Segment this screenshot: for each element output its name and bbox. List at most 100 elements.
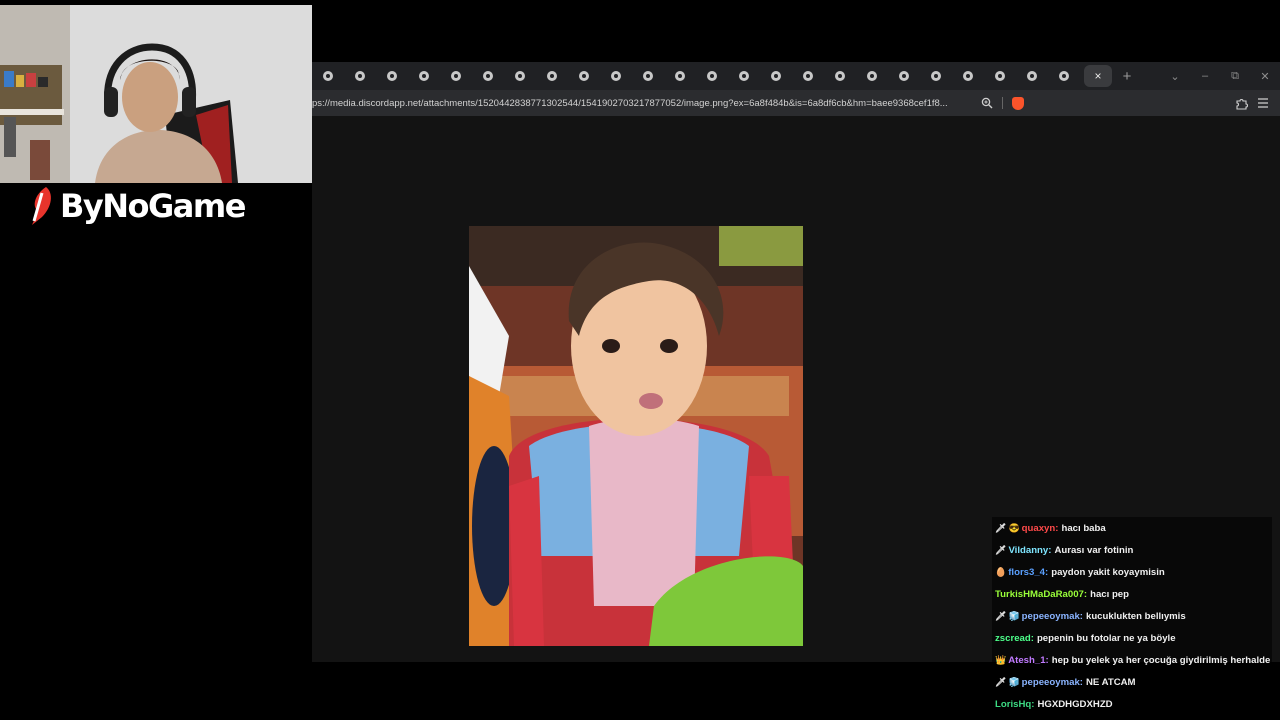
chat-username-separator: : <box>1079 610 1083 622</box>
chat-username[interactable]: quaxyn: <box>1022 523 1059 534</box>
chat-username-text: quaxyn <box>1021 522 1056 534</box>
displayed-image[interactable] <box>469 226 803 646</box>
chat-badge-icon: 🗡 <box>995 522 1007 533</box>
tab-strip: × + ⌄ – ⧉ ✕ <box>312 62 1280 90</box>
tab-favicon-icon <box>1059 71 1069 81</box>
chat-message-text: NE ATCAM <box>1085 676 1136 688</box>
chat-message: zscread: pepenin bu fotolar ne ya böyle <box>992 627 1272 649</box>
zoom-icon[interactable] <box>976 92 998 114</box>
tab-favicon-icon <box>675 71 685 81</box>
chat-username-separator: : <box>1031 698 1035 710</box>
browser-tab[interactable] <box>856 65 888 87</box>
chat-username[interactable]: pepeeoymak: <box>1022 677 1083 688</box>
chat-username-separator: : <box>1083 588 1088 600</box>
chat-username-separator: : <box>1079 676 1083 688</box>
new-tab-button[interactable]: + <box>1114 65 1140 87</box>
browser-tab[interactable] <box>728 65 760 87</box>
browser-tab[interactable] <box>952 65 984 87</box>
chat-message: 🗡 🧊 pepeeoymak: kucuklukten bellıymis <box>992 605 1272 627</box>
tab-favicon-icon <box>547 71 557 81</box>
browser-tab[interactable] <box>440 65 472 87</box>
tab-favicon-icon <box>867 71 877 81</box>
browser-toolbar: ps://media.discordapp.net/attachments/15… <box>312 90 1280 116</box>
chat-message: 🗡 😎 quaxyn: hacı baba <box>992 517 1272 539</box>
minimize-button[interactable]: – <box>1190 62 1220 90</box>
chat-message: 👑 Atesh_1: hep bu yelek ya her çocuğa giyd… <box>992 649 1272 671</box>
chat-message-text: Aurası var fotinin <box>1054 544 1134 556</box>
browser-tab[interactable] <box>888 65 920 87</box>
browser-tab[interactable] <box>1016 65 1048 87</box>
chat-username-text: pepeeoymak <box>1021 610 1080 622</box>
chat-message: 🥚 flors3_4: paydon yakit koyaymisin <box>992 561 1272 583</box>
tab-favicon-icon <box>611 71 621 81</box>
chat-username-separator: : <box>1048 544 1052 556</box>
brave-shield-icon[interactable] <box>1007 92 1029 114</box>
chat-badge-icon: 🗡 <box>995 610 1007 621</box>
url-text[interactable]: ps://media.discordapp.net/attachments/15… <box>312 98 976 109</box>
chat-username[interactable]: Vildanny: <box>1008 545 1051 556</box>
tab-favicon-icon <box>643 71 653 81</box>
browser-tab[interactable] <box>504 65 536 87</box>
tab-favicon-icon <box>579 71 589 81</box>
browser-tab[interactable] <box>632 65 664 87</box>
tab-favicon-icon <box>707 71 717 81</box>
browser-tab[interactable] <box>696 65 728 87</box>
browser-tab[interactable] <box>600 65 632 87</box>
close-window-button[interactable]: ✕ <box>1250 62 1280 90</box>
chat-username[interactable]: TurkisHMaDaRa007: <box>995 589 1087 600</box>
toolbar-right <box>1230 92 1274 114</box>
address-bar[interactable]: ps://media.discordapp.net/attachments/15… <box>312 92 976 114</box>
browser-tab[interactable] <box>760 65 792 87</box>
chat-username[interactable]: pepeeoymak: <box>1022 611 1083 622</box>
chat-username[interactable]: zscread: <box>995 633 1034 644</box>
tab-favicon-icon <box>323 71 333 81</box>
browser-tab[interactable] <box>824 65 856 87</box>
tab-favicon-icon <box>1027 71 1037 81</box>
chat-username[interactable]: flors3_4: <box>1008 567 1048 578</box>
tab-favicon-icon <box>835 71 845 81</box>
chat-message-text: paydon yakit koyaymisin <box>1051 566 1165 578</box>
chat-message-text: kucuklukten bellıymis <box>1085 610 1186 622</box>
active-tab[interactable]: × <box>1084 65 1112 87</box>
chat-message-text: hep bu yelek ya her çocuğa giydirilmiş h… <box>1051 654 1271 666</box>
chat-username-text: Atesh_1 <box>1008 654 1046 666</box>
logo-text: ByNoGame <box>60 187 246 225</box>
hamburger-menu-icon[interactable] <box>1252 92 1274 114</box>
tab-favicon-icon <box>515 71 525 81</box>
browser-tab[interactable] <box>312 65 344 87</box>
chat-message-text: pepenin bu fotolar ne ya böyle <box>1036 632 1176 644</box>
puzzle-icon[interactable] <box>1230 92 1252 114</box>
restore-button[interactable]: ⧉ <box>1220 62 1250 90</box>
tab-favicon-icon <box>355 71 365 81</box>
webcam-feed <box>0 5 312 183</box>
browser-tab[interactable] <box>376 65 408 87</box>
browser-tab[interactable] <box>984 65 1016 87</box>
tab-favicon-icon <box>771 71 781 81</box>
chat-message-text: hacı pep <box>1090 588 1129 600</box>
browser-tab[interactable] <box>472 65 504 87</box>
tab-favicon-icon <box>419 71 429 81</box>
chat-username[interactable]: Atesh_1: <box>1008 655 1049 666</box>
chat-badge-icon: 👑 <box>995 654 1007 665</box>
chat-overlay: 🗡 😎 quaxyn: hacı baba 🗡 Vildanny: Aurası var f… <box>992 517 1272 715</box>
chat-username-separator: : <box>1030 632 1034 644</box>
browser-tab[interactable] <box>408 65 440 87</box>
chat-username-separator: : <box>1055 522 1059 534</box>
browser-tab[interactable] <box>792 65 824 87</box>
browser-tab[interactable] <box>664 65 696 87</box>
chat-username[interactable]: LorisHq: <box>995 699 1034 710</box>
browser-tab[interactable] <box>920 65 952 87</box>
browser-tab[interactable] <box>568 65 600 87</box>
browser-tab[interactable] <box>344 65 376 87</box>
tab-close-icon[interactable]: × <box>1094 69 1101 83</box>
browser-tab[interactable] <box>536 65 568 87</box>
tab-favicon-icon <box>451 71 461 81</box>
window-controls: ⌄ – ⧉ ✕ <box>1160 62 1280 90</box>
chat-message: 🗡 🧊 pepeeoymak: NE ATCAM <box>992 671 1272 693</box>
chat-username-text: zscread <box>995 632 1031 644</box>
browser-tab[interactable] <box>1048 65 1080 87</box>
chat-badge-icon: 🥚 <box>995 566 1007 577</box>
tab-list-button[interactable]: ⌄ <box>1160 62 1190 90</box>
tab-favicon-icon <box>899 71 909 81</box>
chat-message: LorisHq: HGXDHGDXHZD <box>992 693 1272 715</box>
